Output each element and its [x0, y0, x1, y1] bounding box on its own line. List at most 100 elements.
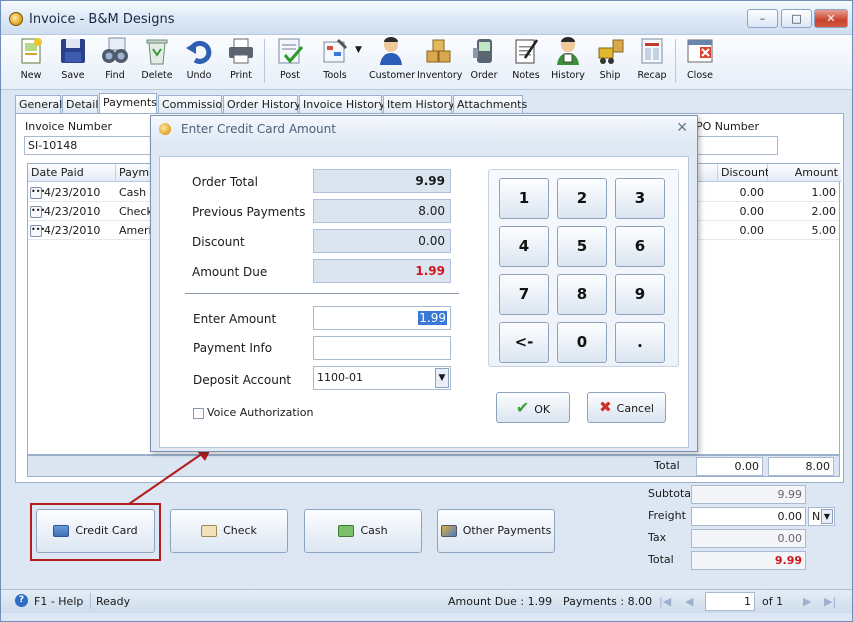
first-page-icon[interactable]: |◀: [659, 595, 671, 608]
next-page-icon[interactable]: ▶: [803, 595, 811, 608]
enter-amount-label: Enter Amount: [193, 312, 277, 326]
keypad-key-7[interactable]: 7: [499, 274, 549, 315]
enter-amount-input[interactable]: 1.99: [313, 306, 451, 330]
toolbar-tools-button[interactable]: Tools: [310, 36, 360, 88]
title-bar: Invoice - B&M Designs – □ ✕: [1, 1, 852, 35]
keypad-key-4[interactable]: 4: [499, 226, 549, 267]
toolbar-order-button[interactable]: Order: [462, 36, 506, 88]
dialog-close-icon[interactable]: ✕: [676, 120, 688, 136]
other-payments-icon: [440, 525, 457, 537]
payment-info-label: Payment Info: [193, 341, 273, 355]
tab-order-history[interactable]: Order History: [223, 95, 301, 114]
dialog-body: Order Total 9.99 Previous Payments 8.00 …: [159, 156, 689, 448]
previous-page-icon[interactable]: ◀: [685, 595, 693, 608]
column-header-date-paid[interactable]: Date Paid: [28, 164, 116, 182]
ellipsis-icon[interactable]: •••: [30, 225, 45, 237]
help-label[interactable]: F1 - Help: [34, 595, 83, 608]
credit-card-icon: [53, 525, 70, 537]
toolbar-delete-button[interactable]: Delete: [135, 36, 179, 88]
tab-payments[interactable]: Payments: [99, 93, 157, 114]
po-number-label: PO Number: [696, 120, 759, 133]
keypad-key-decimal[interactable]: .: [615, 322, 665, 363]
toolbar-close-button[interactable]: Close: [678, 36, 722, 88]
tab-general[interactable]: General: [15, 95, 62, 114]
tab-commission[interactable]: Commission: [158, 95, 229, 114]
notepad-icon: [511, 36, 541, 66]
chevron-down-icon[interactable]: ▼: [435, 368, 449, 388]
total-discount-field: 0.00: [696, 457, 763, 476]
tab-detail[interactable]: Detail: [62, 95, 98, 114]
freight-field[interactable]: 0.00: [691, 507, 806, 526]
tools-dropdown-arrow-icon[interactable]: ▼: [355, 45, 362, 55]
column-header-amount[interactable]: Amount: [768, 164, 841, 182]
checkbox-box[interactable]: [193, 407, 204, 419]
dialog-title: Enter Credit Card Amount: [181, 122, 336, 136]
tab-item-history[interactable]: Item History: [383, 95, 455, 114]
minimize-button[interactable]: –: [747, 9, 778, 28]
freight-code-select[interactable]: N ▼: [808, 507, 835, 526]
toolbar-post-button[interactable]: Post: [268, 36, 312, 88]
date-paid-cell: 4/23/2010: [44, 186, 101, 199]
customer-person-icon: [376, 36, 406, 66]
recap-sheet-icon: [637, 36, 667, 66]
toolbar-separator: [675, 39, 676, 83]
keypad-key-0[interactable]: 0: [557, 322, 607, 363]
toolbar-notes-button[interactable]: Notes: [504, 36, 548, 88]
keypad-key-3[interactable]: 3: [615, 178, 665, 219]
chevron-down-icon[interactable]: ▼: [821, 509, 833, 524]
keypad-key-9[interactable]: 9: [615, 274, 665, 315]
keypad-key-1[interactable]: 1: [499, 178, 549, 219]
discount-cell: 0.00: [739, 224, 765, 237]
other-payments-button[interactable]: Other Payments: [437, 509, 555, 553]
amount-cell: 2.00: [811, 205, 837, 218]
column-header-discount[interactable]: Discount: [718, 164, 769, 182]
keypad-key-5[interactable]: 5: [557, 226, 607, 267]
close-window-button[interactable]: ✕: [814, 9, 848, 28]
payment-info-input[interactable]: [313, 336, 451, 360]
grid-total-label: Total: [654, 459, 680, 472]
toolbar-undo-button[interactable]: Undo: [177, 36, 221, 88]
tab-attachments[interactable]: Attachments: [453, 95, 527, 114]
toolbar-separator: [264, 39, 265, 83]
tax-label: Tax: [648, 531, 667, 544]
summary-total-label: Total: [648, 553, 674, 566]
ellipsis-icon[interactable]: •••: [30, 206, 45, 218]
amount-cell: 1.00: [811, 186, 837, 199]
keypad-key-8[interactable]: 8: [557, 274, 607, 315]
tab-invoice-history[interactable]: Invoice History: [299, 95, 385, 114]
keypad-key-6[interactable]: 6: [615, 226, 665, 267]
toolbar-inventory-button[interactable]: Inventory: [417, 36, 462, 88]
page-count: of 1: [762, 595, 784, 608]
cash-button[interactable]: Cash: [304, 509, 422, 553]
cash-icon: [338, 525, 355, 537]
keypad-key-2[interactable]: 2: [557, 178, 607, 219]
ok-button[interactable]: ✔ OK: [496, 392, 570, 423]
discount-cell: 0.00: [739, 205, 765, 218]
toolbar-find-button[interactable]: Find: [93, 36, 137, 88]
cancel-button[interactable]: ✖ Cancel: [587, 392, 666, 423]
last-page-icon[interactable]: ▶|: [824, 595, 836, 608]
po-number-field[interactable]: [696, 136, 778, 155]
check-button[interactable]: Check: [170, 509, 288, 553]
keypad-key-backspace[interactable]: <-: [499, 322, 549, 363]
divider: [185, 293, 459, 294]
toolbar-save-button[interactable]: Save: [51, 36, 95, 88]
toolbar-history-button[interactable]: History: [546, 36, 590, 88]
toolbar-new-button[interactable]: New: [9, 36, 53, 88]
checkmark-icon: ✔: [515, 398, 530, 417]
page-number-field[interactable]: 1: [705, 592, 755, 611]
toolbar-recap-button[interactable]: Recap: [630, 36, 674, 88]
toolbar-ship-button[interactable]: Ship: [588, 36, 632, 88]
help-icon[interactable]: ?: [15, 594, 28, 607]
credit-card-button[interactable]: Credit Card: [36, 509, 155, 553]
toolbar: New Save Find Delete Undo Print Post Too…: [1, 35, 852, 90]
toolbar-customer-button[interactable]: Customer: [369, 36, 415, 88]
deposit-account-select[interactable]: 1100-01 ▼: [313, 366, 451, 390]
subtotal-field: 9.99: [691, 485, 806, 504]
toolbar-print-button[interactable]: Print: [219, 36, 263, 88]
voice-authorization-checkbox[interactable]: Voice Authorization: [193, 406, 313, 419]
tools-icon: [320, 36, 350, 66]
ellipsis-icon[interactable]: •••: [30, 187, 45, 199]
maximize-button[interactable]: □: [781, 9, 812, 28]
deposit-account-label: Deposit Account: [193, 373, 292, 387]
